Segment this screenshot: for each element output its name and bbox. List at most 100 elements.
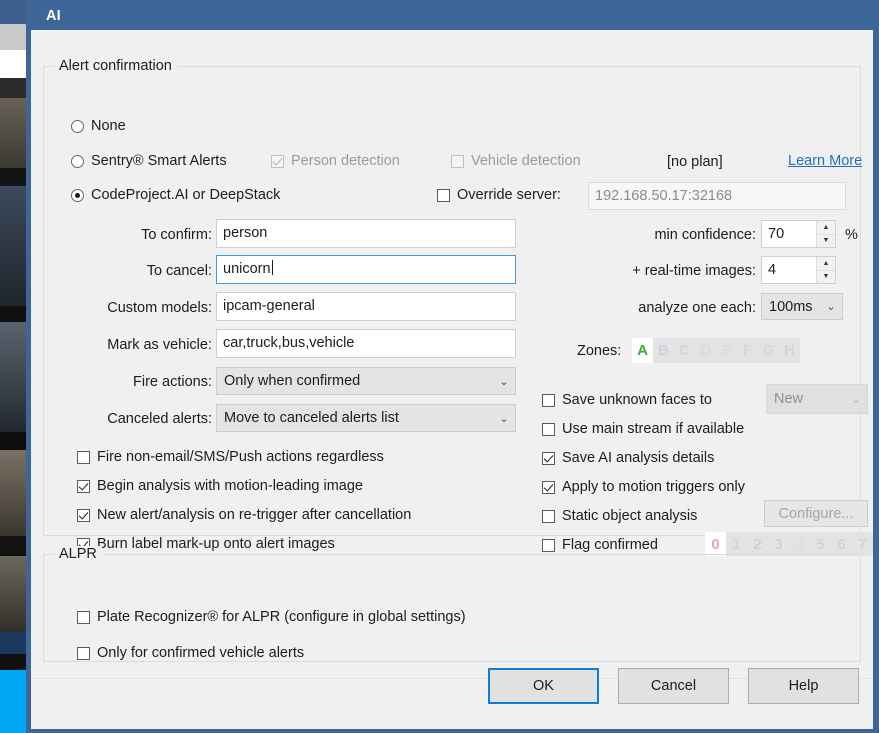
checkbox-label: New alert/analysis on re-trigger after c…	[97, 507, 412, 523]
zone-chip-f[interactable]: F	[737, 338, 758, 363]
flag-digit-1[interactable]: 1	[726, 532, 747, 556]
analyze-one-each-select[interactable]: 100ms ⌄	[761, 293, 843, 320]
stepper-arrows[interactable]: ▲ ▼	[816, 221, 835, 247]
learn-more-link[interactable]: Learn More	[788, 153, 862, 169]
realtime-images-label: + real-time images:	[632, 263, 756, 279]
zone-chip-e[interactable]: E	[716, 338, 737, 363]
canceled-alerts-label: Canceled alerts:	[107, 411, 212, 427]
min-confidence-value: 70	[768, 226, 785, 242]
zone-chip-h[interactable]: H	[779, 338, 800, 363]
text-caret	[271, 260, 273, 275]
checkbox-label: Save AI analysis details	[562, 450, 715, 466]
realtime-images-stepper[interactable]: 4 ▲ ▼	[761, 256, 836, 284]
analyze-one-each-value: 100ms	[769, 298, 813, 315]
bg-thumb	[0, 450, 26, 536]
checkbox-apply-motion-triggers-only[interactable]: Apply to motion triggers only	[542, 479, 745, 495]
flag-digits-selector[interactable]: 01234567	[705, 532, 873, 556]
analyze-one-each-label: analyze one each:	[638, 300, 756, 316]
zone-chip-c[interactable]: C	[674, 338, 695, 363]
chevron-down-icon: ⌄	[499, 375, 509, 388]
bg-thumb	[0, 24, 26, 50]
checkbox-label: Static object analysis	[562, 508, 698, 524]
background-app-strip	[0, 0, 26, 733]
plan-status-label: [no plan]	[667, 154, 723, 170]
checkbox-plate-recognizer-alpr[interactable]: Plate Recognizer® for ALPR (configure in…	[77, 609, 466, 625]
to-cancel-input[interactable]: unicorn	[216, 255, 516, 284]
configure-button-label: Configure...	[778, 505, 854, 522]
stepper-up-icon[interactable]: ▲	[817, 221, 835, 235]
zone-chip-a[interactable]: A	[632, 338, 653, 363]
dialog-title: AI	[46, 8, 61, 24]
radio-codeproject-label: CodeProject.AI or DeepStack	[91, 187, 281, 203]
mark-as-vehicle-input[interactable]: car,truck,bus,vehicle	[216, 329, 516, 358]
flag-digit-7[interactable]: 7	[852, 532, 873, 556]
bg-thumb	[0, 670, 26, 733]
ok-button[interactable]: OK	[488, 668, 599, 704]
flag-digit-3[interactable]: 3	[768, 532, 789, 556]
checkbox-indicator	[542, 480, 555, 494]
stepper-down-icon[interactable]: ▼	[817, 234, 835, 247]
mark-as-vehicle-value: car,truck,bus,vehicle	[223, 335, 355, 351]
checkbox-label: Use main stream if available	[562, 421, 745, 437]
alert-confirmation-group-title: Alert confirmation	[54, 58, 177, 74]
zone-chip-g[interactable]: G	[758, 338, 779, 363]
checkbox-begin-analysis-motion-leading[interactable]: Begin analysis with motion-leading image	[77, 478, 363, 494]
checkbox-vehicle-detection: Vehicle detection	[451, 153, 581, 169]
checkbox-new-alert-on-retrigger[interactable]: New alert/analysis on re-trigger after c…	[77, 507, 411, 523]
cancel-button[interactable]: Cancel	[618, 668, 729, 704]
faces-folder-value: New	[774, 391, 804, 407]
checkbox-static-object-analysis[interactable]: Static object analysis	[542, 508, 697, 524]
checkbox-only-confirmed-vehicle-alerts[interactable]: Only for confirmed vehicle alerts	[77, 645, 304, 661]
checkbox-indicator	[542, 538, 555, 552]
checkbox-label: Burn label mark-up onto alert images	[97, 536, 335, 552]
radio-indicator	[71, 188, 84, 202]
custom-models-input[interactable]: ipcam-general	[216, 292, 516, 321]
checkbox-use-main-stream[interactable]: Use main stream if available	[542, 421, 744, 437]
to-cancel-label: To cancel:	[146, 263, 212, 279]
checkbox-save-unknown-faces[interactable]: Save unknown faces to	[542, 392, 712, 408]
to-confirm-label: To confirm:	[141, 227, 212, 243]
checkbox-override-server[interactable]: Override server:	[437, 187, 561, 203]
mark-as-vehicle-label: Mark as vehicle:	[107, 337, 212, 353]
bg-thumb	[0, 654, 26, 670]
stepper-down-icon[interactable]: ▼	[817, 270, 835, 283]
checkbox-burn-label-markup[interactable]: Burn label mark-up onto alert images	[77, 536, 335, 552]
canceled-alerts-select[interactable]: Move to canceled alerts list ⌄	[216, 404, 516, 432]
min-confidence-stepper[interactable]: 70 ▲ ▼	[761, 220, 836, 248]
stepper-arrows[interactable]: ▲ ▼	[816, 257, 835, 283]
alpr-group-title: ALPR	[54, 546, 102, 562]
radio-codeproject-ai-deepstack[interactable]: CodeProject.AI or DeepStack	[71, 187, 280, 203]
checkbox-indicator	[542, 509, 555, 523]
checkbox-save-ai-analysis-details[interactable]: Save AI analysis details	[542, 450, 714, 466]
bg-thumb	[0, 432, 26, 450]
help-button[interactable]: Help	[748, 668, 859, 704]
checkbox-flag-confirmed[interactable]: Flag confirmed	[542, 537, 658, 553]
zone-chip-b[interactable]: B	[653, 338, 674, 363]
flag-digit-0[interactable]: 0	[705, 532, 726, 556]
zone-chip-d[interactable]: D	[695, 338, 716, 363]
button-bar-separator	[31, 678, 873, 679]
flag-digit-6[interactable]: 6	[831, 532, 852, 556]
to-cancel-value: unicorn	[223, 261, 271, 277]
radio-sentry-smart-alerts[interactable]: Sentry® Smart Alerts	[71, 153, 227, 169]
server-address-input[interactable]: 192.168.50.17:32168	[588, 182, 846, 210]
flag-digit-2[interactable]: 2	[747, 532, 768, 556]
radio-indicator	[71, 154, 84, 168]
to-confirm-input[interactable]: person	[216, 219, 516, 248]
stepper-up-icon[interactable]: ▲	[817, 257, 835, 271]
radio-none[interactable]: None	[71, 118, 126, 134]
checkbox-fire-non-email-actions[interactable]: Fire non-email/SMS/Push actions regardle…	[77, 449, 384, 465]
realtime-images-value: 4	[768, 262, 777, 278]
checkbox-indicator	[77, 450, 90, 464]
radio-none-label: None	[91, 118, 126, 134]
bg-thumb	[0, 186, 26, 306]
radio-sentry-label: Sentry® Smart Alerts	[91, 153, 227, 169]
flag-digit-4[interactable]: 4	[789, 532, 810, 556]
zones-selector[interactable]: ABCDEFGH	[632, 338, 800, 363]
checkbox-label: Begin analysis with motion-leading image	[97, 478, 363, 494]
fire-actions-label: Fire actions:	[133, 374, 212, 390]
server-address-value: 192.168.50.17:32168	[595, 188, 733, 204]
checkbox-indicator	[542, 451, 555, 465]
flag-digit-5[interactable]: 5	[810, 532, 831, 556]
fire-actions-select[interactable]: Only when confirmed ⌄	[216, 367, 516, 395]
